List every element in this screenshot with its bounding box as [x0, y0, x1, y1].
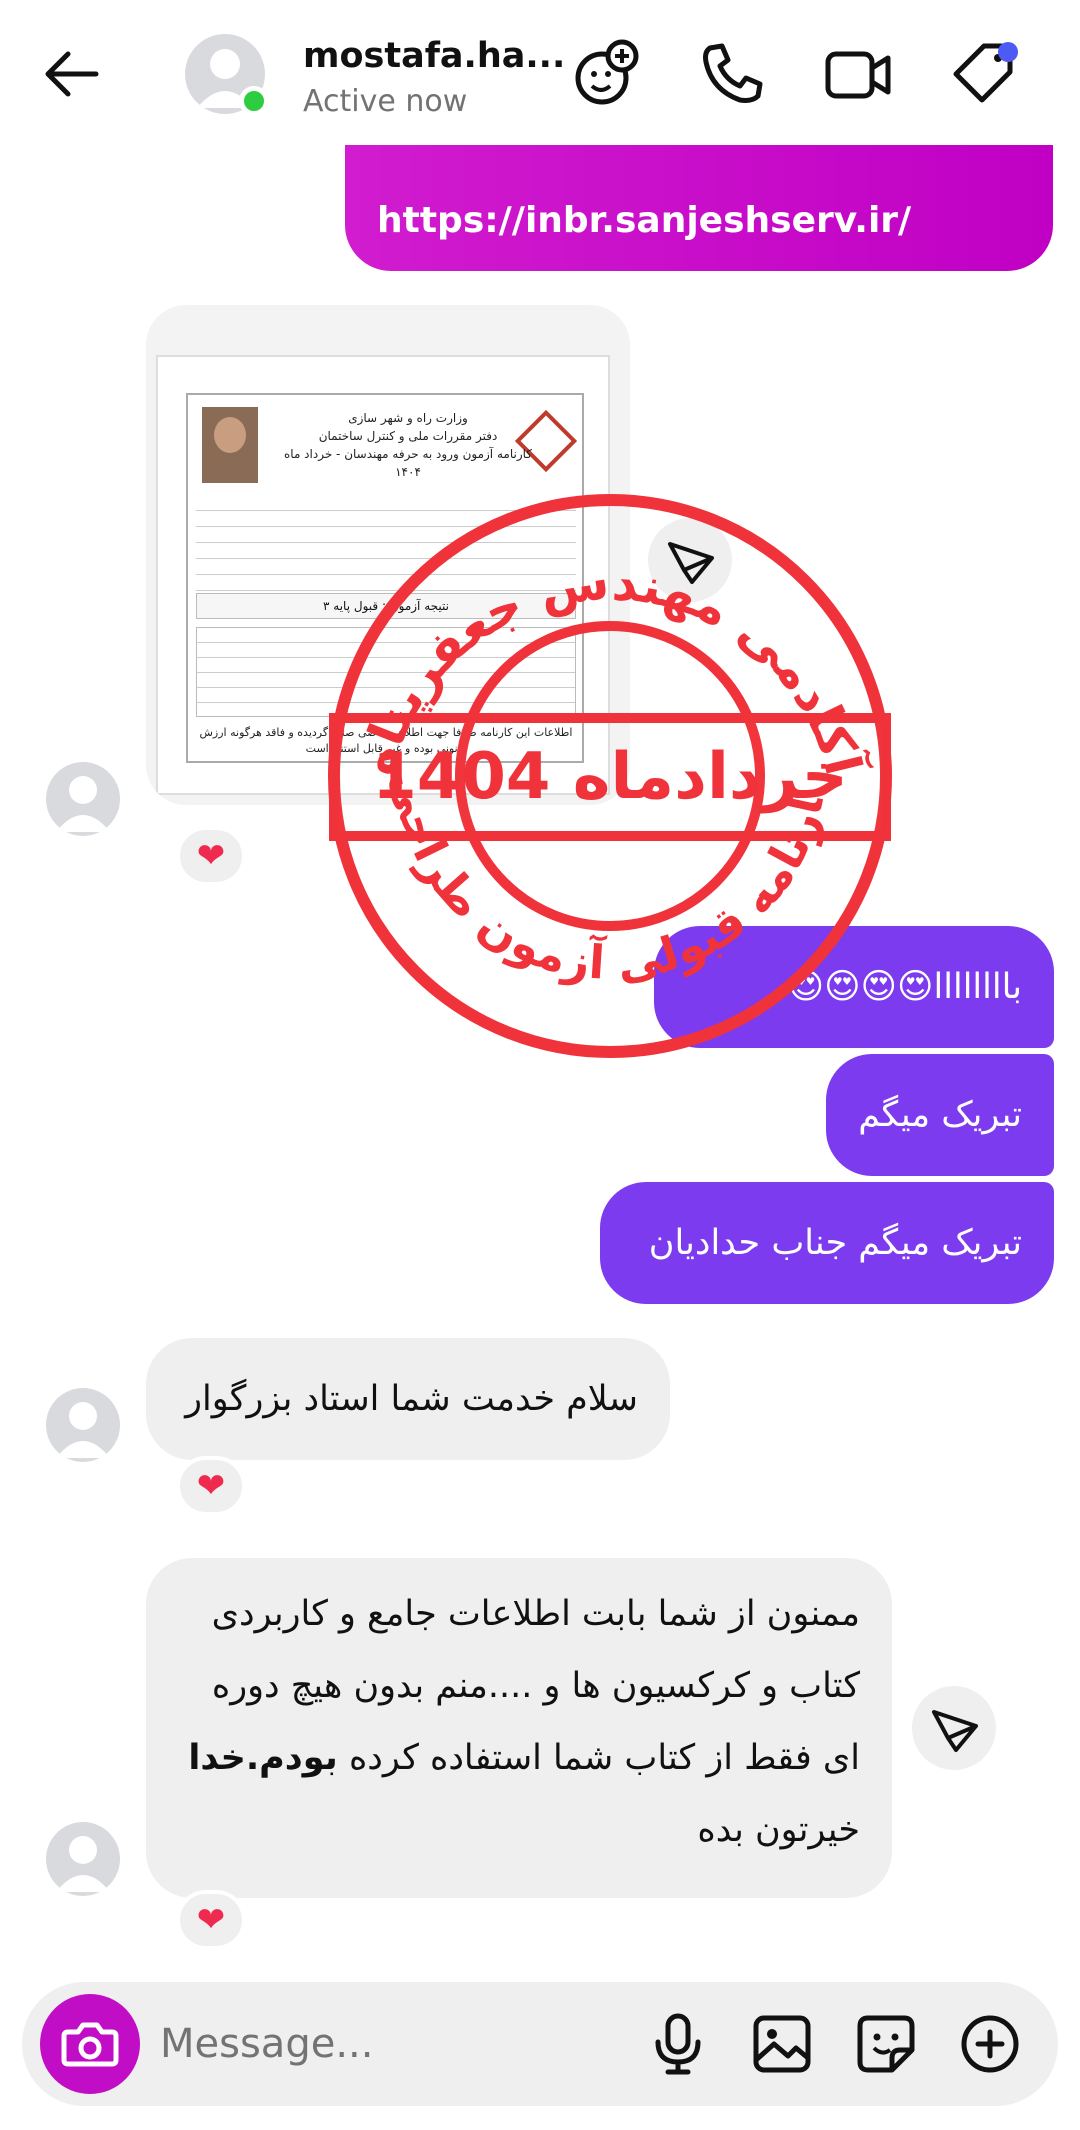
- sender-avatar[interactable]: [46, 762, 120, 836]
- outgoing-message[interactable]: تبریک میگم: [826, 1054, 1054, 1176]
- message-text: ای فقط از کتاب شما استفاده کرده: [348, 1738, 860, 1778]
- heart-reaction[interactable]: ❤: [176, 826, 246, 886]
- video-call-icon[interactable]: [822, 38, 894, 110]
- share-icon[interactable]: [912, 1686, 996, 1770]
- sender-avatar[interactable]: [46, 1388, 120, 1462]
- document-title: وزارت راه و شهر سازی دفتر مقررات ملی و ک…: [284, 411, 532, 479]
- chat-header: mostafa.ha... Active now: [0, 0, 1080, 145]
- image-message[interactable]: وزارت راه و شهر سازی دفتر مقررات ملی و ک…: [146, 305, 630, 805]
- tag-icon[interactable]: [948, 38, 1020, 110]
- document-footer: اطلاعات این کارنامه صرفا جهت اطلاع متقاض…: [199, 726, 573, 755]
- message-link[interactable]: https://inbr.sanjeshserv.ir/: [377, 185, 911, 257]
- gallery-icon[interactable]: [748, 2010, 816, 2078]
- notification-dot: [998, 42, 1018, 62]
- message-line: ممنون از شما بابت اطلاعات جامع و کاربردی: [211, 1594, 860, 1634]
- sender-avatar[interactable]: [46, 1822, 120, 1896]
- message-bold-text: بودم.خدا: [188, 1738, 338, 1778]
- outgoing-message[interactable]: باااااااا😍😍😍😍: [654, 926, 1054, 1048]
- message-input[interactable]: [160, 2012, 620, 2076]
- heart-reaction[interactable]: ❤: [176, 1890, 246, 1950]
- applicant-photo: [202, 407, 258, 483]
- incoming-message[interactable]: ممنون از شما بابت اطلاعات جامع و کاربردی…: [146, 1558, 892, 1898]
- message-line: خیرتون بده: [697, 1810, 860, 1850]
- document-result: نتیجه آزمون : قبول پایه ۳: [196, 593, 576, 619]
- share-icon[interactable]: [648, 518, 732, 602]
- message-text: سلام خدمت شما استاد بزرگوار: [185, 1379, 638, 1419]
- microphone-icon[interactable]: [644, 2010, 712, 2078]
- contact-name[interactable]: mostafa.ha...: [303, 36, 565, 76]
- active-status: Active now: [303, 84, 468, 119]
- message-text: تبریک میگم: [858, 1095, 1022, 1135]
- message-text: باااااااا😍😍😍😍: [787, 967, 1022, 1007]
- outgoing-message[interactable]: تبریک میگم جناب حدادیان: [600, 1182, 1054, 1304]
- heart-reaction[interactable]: ❤: [176, 1456, 246, 1516]
- sticker-icon[interactable]: [852, 2010, 920, 2078]
- camera-icon[interactable]: [40, 1994, 140, 2094]
- contact-avatar[interactable]: [185, 34, 269, 116]
- back-arrow-icon[interactable]: [40, 42, 104, 106]
- add-icon[interactable]: [956, 2010, 1024, 2078]
- phone-icon[interactable]: [696, 38, 768, 110]
- message-composer: [22, 1982, 1058, 2106]
- incoming-message[interactable]: سلام خدمت شما استاد بزرگوار: [146, 1338, 670, 1460]
- message-line: کتاب و کرکسیون ها و ....منم بدون هیچ دور…: [211, 1666, 860, 1706]
- message-line: ای فقط از کتاب شما استفاده کرده بودم.خدا: [178, 1722, 860, 1794]
- online-status-dot: [239, 86, 269, 116]
- add-effect-icon[interactable]: [570, 38, 642, 110]
- message-text: تبریک میگم جناب حدادیان: [648, 1223, 1022, 1263]
- outgoing-link-message[interactable]: https://inbr.sanjeshserv.ir/: [345, 145, 1053, 271]
- result-document-image: وزارت راه و شهر سازی دفتر مقررات ملی و ک…: [156, 355, 610, 795]
